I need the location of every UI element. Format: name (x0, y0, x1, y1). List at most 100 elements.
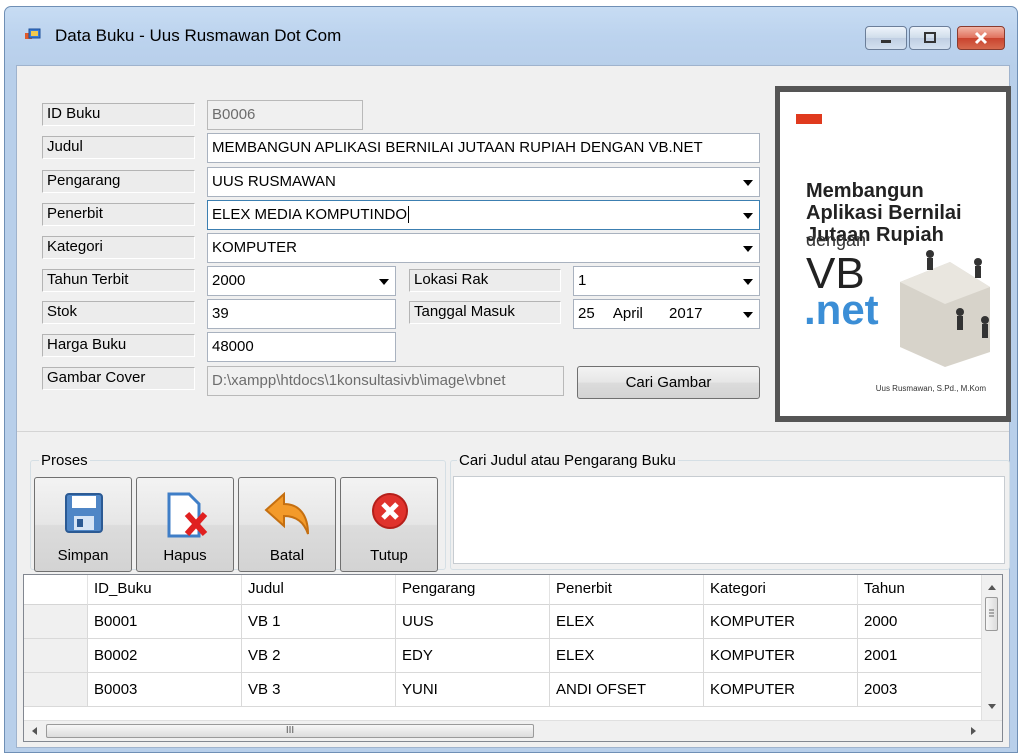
column-header[interactable]: Tahun (858, 575, 982, 605)
tanggal-masuk-picker[interactable]: 25 April 2017 (573, 299, 760, 329)
search-input[interactable] (453, 476, 1005, 564)
table-cell[interactable]: B0001 (88, 605, 242, 639)
hapus-label: Hapus (163, 547, 207, 564)
row-header[interactable] (24, 605, 88, 639)
table-cell[interactable]: 2001 (858, 639, 982, 673)
harga-buku-field[interactable]: 48000 (207, 332, 396, 362)
batal-label: Batal (269, 547, 305, 564)
search-group-title: Cari Judul atau Pengarang Buku (457, 452, 678, 469)
lokasi-rak-combo[interactable]: 1 (573, 266, 760, 296)
tahun-terbit-combo[interactable]: 2000 (207, 266, 396, 296)
chevron-down-icon[interactable] (743, 312, 753, 318)
label-gambar-cover: Gambar Cover (42, 367, 195, 390)
chevron-down-icon[interactable] (379, 279, 389, 285)
table-cell[interactable]: VB 2 (242, 639, 396, 673)
cover-net: .net (804, 286, 879, 333)
column-header[interactable]: Penerbit (550, 575, 704, 605)
save-icon (65, 493, 103, 533)
table-cell[interactable]: ELEX (550, 605, 704, 639)
label-stok: Stok (42, 301, 195, 324)
book-cover-page: Membangun Aplikasi Bernilai Jutaan Rupia… (780, 92, 1006, 416)
main-window: Data Buku - Uus Rusmawan Dot Com ID Buku… (4, 6, 1018, 753)
window-title: Data Buku - Uus Rusmawan Dot Com (55, 26, 342, 45)
cover-title-line: Membangun (806, 180, 924, 202)
column-header[interactable]: ID_Buku (88, 575, 242, 605)
simpan-label: Simpan (57, 547, 109, 564)
table-cell[interactable]: UUS (396, 605, 550, 639)
scroll-down-icon[interactable] (987, 703, 997, 711)
horizontal-scrollbar[interactable]: III (24, 720, 1002, 741)
kategori-combo[interactable]: KOMPUTER (207, 233, 760, 263)
chevron-down-icon[interactable] (743, 213, 753, 219)
tanggal-year[interactable]: 2017 (669, 305, 702, 322)
judul-field[interactable]: MEMBANGUN APLIKASI BERNILAI JUTAAN RUPIA… (207, 133, 760, 163)
table-cell[interactable]: VB 1 (242, 605, 396, 639)
cover-dengan: dengan (806, 230, 867, 250)
scroll-up-icon[interactable] (987, 583, 997, 591)
hapus-button[interactable]: Hapus (136, 477, 234, 572)
row-header[interactable] (24, 673, 88, 707)
tutup-button[interactable]: Tutup (340, 477, 438, 572)
table-cell[interactable]: KOMPUTER (704, 639, 858, 673)
maximize-button[interactable] (909, 26, 951, 50)
id-buku-field[interactable]: B0006 (207, 100, 363, 130)
minimize-icon (881, 40, 891, 43)
row-header[interactable] (24, 639, 88, 673)
label-tahun-terbit: Tahun Terbit (42, 269, 195, 292)
table-cell[interactable]: KOMPUTER (704, 605, 858, 639)
label-judul: Judul (42, 136, 195, 159)
label-lokasi-rak: Lokasi Rak (409, 269, 561, 292)
label-tanggal-masuk: Tanggal Masuk (409, 301, 561, 324)
table-cell[interactable]: EDY (396, 639, 550, 673)
vertical-scrollbar[interactable] (981, 575, 1002, 721)
table-cell[interactable]: 2000 (858, 605, 982, 639)
table-cell[interactable]: B0002 (88, 639, 242, 673)
simpan-button[interactable]: Simpan (34, 477, 132, 572)
minimize-button[interactable] (865, 26, 907, 50)
cover-author: Uus Rusmawan, S.Pd., M.Kom (875, 384, 986, 393)
pengarang-value: UUS RUSMAWAN (212, 173, 336, 190)
undo-icon (264, 492, 309, 535)
penerbit-value: ELEX MEDIA KOMPUTINDO (212, 206, 408, 223)
tanggal-month[interactable]: April (613, 305, 643, 322)
data-grid[interactable]: ID_Buku Judul Pengarang Penerbit Kategor… (23, 574, 1003, 742)
table-cell[interactable]: ANDI OFSET (550, 673, 704, 707)
table-cell[interactable]: KOMPUTER (704, 673, 858, 707)
table-cell[interactable]: VB 3 (242, 673, 396, 707)
chevron-down-icon[interactable] (743, 279, 753, 285)
proses-group-title: Proses (39, 452, 90, 469)
close-icon (372, 493, 408, 529)
delete-icon (167, 492, 208, 538)
vertical-scroll-thumb[interactable] (985, 597, 998, 631)
label-penerbit: Penerbit (42, 203, 195, 226)
table-cell[interactable]: 2003 (858, 673, 982, 707)
chevron-down-icon[interactable] (743, 246, 753, 252)
column-header[interactable]: Kategori (704, 575, 858, 605)
pengarang-combo[interactable]: UUS RUSMAWAN (207, 167, 760, 197)
stok-field[interactable]: 39 (207, 299, 396, 329)
form-client-area: ID Buku Judul Pengarang Penerbit Kategor… (16, 65, 1011, 748)
scroll-right-icon[interactable] (970, 726, 978, 736)
tahun-terbit-value: 2000 (212, 272, 246, 289)
horizontal-scroll-thumb[interactable]: III (46, 724, 534, 738)
close-button[interactable] (957, 26, 1005, 50)
batal-button[interactable]: Batal (238, 477, 336, 572)
title-bar[interactable]: Data Buku - Uus Rusmawan Dot Com (5, 7, 1017, 65)
book-cover-image: Membangun Aplikasi Bernilai Jutaan Rupia… (775, 86, 1011, 422)
tanggal-day[interactable]: 25 (578, 305, 595, 322)
grip-icon (989, 609, 994, 617)
scroll-grip-label: III (285, 725, 295, 736)
table-cell[interactable]: ELEX (550, 639, 704, 673)
gambar-cover-path-field[interactable]: D:\xampp\htdocs\1konsultasivb\image\vbne… (207, 366, 564, 396)
cari-gambar-button[interactable]: Cari Gambar (577, 366, 760, 399)
penerbit-combo[interactable]: ELEX MEDIA KOMPUTINDO (207, 200, 760, 230)
chevron-down-icon[interactable] (743, 180, 753, 186)
column-header[interactable]: Pengarang (396, 575, 550, 605)
column-header[interactable]: Judul (242, 575, 396, 605)
cover-title-line: Aplikasi Bernilai (806, 202, 962, 224)
table-cell[interactable]: B0003 (88, 673, 242, 707)
table-cell[interactable]: YUNI (396, 673, 550, 707)
scroll-left-icon[interactable] (30, 726, 38, 736)
close-icon (974, 31, 988, 45)
puzzle-illustration (900, 250, 990, 367)
